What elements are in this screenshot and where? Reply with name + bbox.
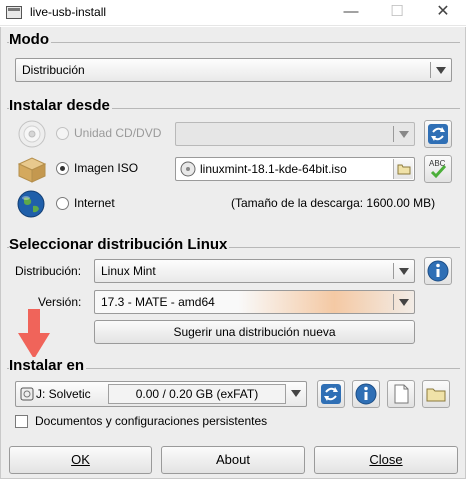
check-iso-button[interactable]: ABC [424, 155, 452, 183]
info-icon [427, 260, 449, 282]
instalar-en-heading: Instalar en [9, 357, 87, 374]
refresh-cd-button[interactable] [424, 120, 452, 148]
app-window-icon [6, 6, 22, 19]
about-button[interactable]: About [161, 446, 305, 474]
chevron-down-icon [291, 390, 301, 397]
target-drive-name: J: Solvetic [36, 387, 91, 401]
radio-internet[interactable] [56, 197, 69, 210]
info-icon [355, 383, 377, 405]
combo-separator [430, 62, 431, 78]
blank-page-icon [394, 384, 409, 404]
suggest-distro-button[interactable]: Sugerir una distribución nueva [94, 320, 415, 344]
distro-info-button[interactable] [424, 257, 452, 285]
version-label: Versión: [38, 295, 82, 309]
internet-label: Internet [74, 196, 115, 210]
globe-icon [17, 190, 45, 218]
folder-icon [397, 164, 411, 175]
modo-select[interactable]: Distribución [15, 58, 452, 82]
window-title: live-usb-install [30, 5, 107, 19]
version-select[interactable]: 17.3 - MATE - amd64 [94, 290, 415, 314]
browse-iso-button[interactable] [393, 159, 413, 179]
title-bar: live-usb-install — ☐ ✕ [0, 0, 466, 26]
browse-drive-button[interactable] [422, 380, 450, 408]
chevron-down-icon [399, 299, 409, 306]
package-box-icon [17, 157, 47, 183]
cd-dvd-icon [18, 120, 46, 148]
version-select-value: 17.3 - MATE - amd64 [101, 295, 215, 309]
target-drive-select[interactable]: J: Solvetic 0.00 / 0.20 GB (exFAT) [15, 381, 307, 407]
imagen-iso-label: Imagen ISO [74, 161, 139, 175]
instalar-desde-heading: Instalar desde [9, 97, 112, 114]
iso-file-field[interactable]: linuxmint-18.1-kde-64bit.iso [175, 157, 415, 181]
maximize-button[interactable]: ☐ [374, 0, 420, 26]
capacity-bar: 0.00 / 0.20 GB (exFAT) [108, 384, 286, 404]
chevron-down-icon [399, 131, 409, 138]
chevron-down-icon [399, 268, 409, 275]
distro-label: Distribución: [15, 264, 82, 278]
dialog-body: Modo Distribución Instalar desde Unidad … [0, 27, 466, 479]
close-button-label: Close [369, 452, 403, 467]
red-arrow-annotation [18, 309, 50, 359]
radio-cd-dvd[interactable] [56, 127, 69, 140]
ok-button-label: OK [71, 452, 90, 467]
close-button[interactable]: Close [314, 446, 458, 474]
modo-heading: Modo [9, 31, 51, 48]
drive-info-button[interactable] [352, 380, 380, 408]
distro-heading: Seleccionar distribución Linux [9, 236, 230, 253]
refresh-icon [428, 124, 448, 144]
persistent-checkbox[interactable] [15, 415, 28, 428]
chevron-down-icon [436, 67, 446, 74]
new-document-button[interactable] [387, 380, 415, 408]
download-size-text: (Tamaño de la descarga: 1600.00 MB) [231, 196, 436, 210]
combo-separator [393, 294, 394, 310]
disc-image-icon [180, 161, 196, 177]
ok-button[interactable]: OK [9, 446, 152, 474]
distro-select-value: Linux Mint [101, 264, 156, 278]
modo-frame-line [7, 42, 460, 43]
modo-select-value: Distribución [22, 63, 85, 77]
refresh-icon [321, 384, 341, 404]
usb-drive-icon [20, 387, 34, 401]
close-window-button[interactable]: ✕ [420, 0, 466, 26]
folder-icon [426, 388, 446, 402]
radio-imagen-iso[interactable] [56, 162, 69, 175]
minimize-button[interactable]: — [328, 0, 374, 26]
combo-separator [393, 263, 394, 279]
spell-check-icon: ABC [429, 159, 447, 179]
cd-dvd-label: Unidad CD/DVD [74, 126, 162, 140]
persistent-label: Documentos y configuraciones persistente… [35, 414, 268, 428]
distro-select[interactable]: Linux Mint [94, 259, 415, 283]
about-button-label: About [216, 452, 250, 467]
refresh-drives-button[interactable] [317, 380, 345, 408]
combo-separator [393, 126, 394, 142]
cd-dvd-select[interactable] [175, 122, 415, 146]
iso-file-value: linuxmint-18.1-kde-64bit.iso [200, 162, 347, 176]
